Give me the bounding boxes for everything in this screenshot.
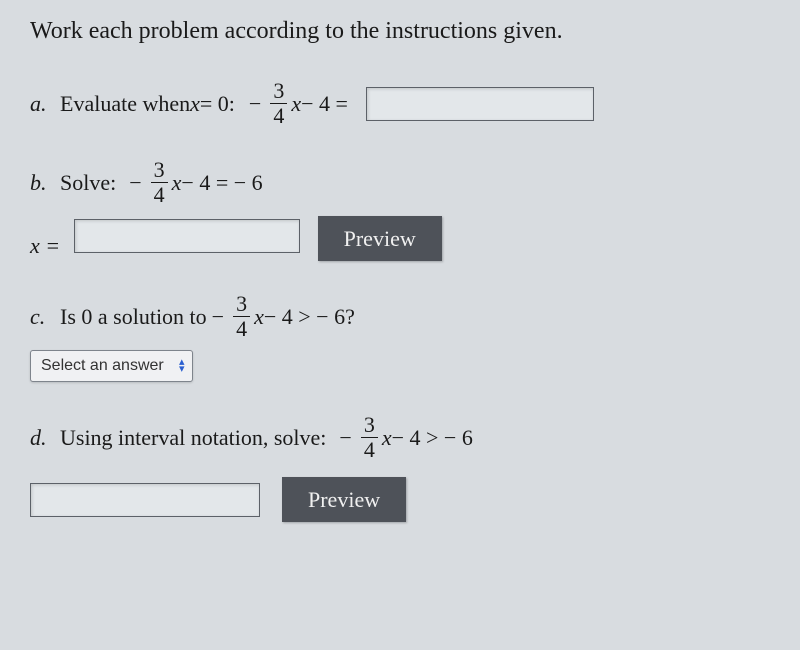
- var-x: x: [172, 170, 182, 196]
- var-x: x: [382, 425, 392, 451]
- part-a-var-x: x: [190, 91, 200, 117]
- part-c-label: c.: [30, 304, 52, 330]
- minus-sign: −: [212, 304, 224, 330]
- fraction-3-4: 3 4: [151, 159, 168, 206]
- part-d-label: d.: [30, 425, 52, 451]
- part-b-text: Solve:: [60, 170, 116, 196]
- answer-select-c[interactable]: Select an answer ▴▾: [30, 350, 193, 382]
- fraction-3-4: 3 4: [270, 80, 287, 127]
- instructions-header: Work each problem according to the instr…: [30, 18, 770, 45]
- part-d-text: Using interval notation, solve:: [60, 425, 326, 451]
- part-b-label: b.: [30, 170, 52, 196]
- preview-button-b[interactable]: Preview: [318, 216, 442, 261]
- answer-input-b[interactable]: [74, 219, 300, 253]
- equation-rest: − 4 = − 6: [181, 170, 262, 196]
- x-equals-label: x =: [30, 233, 60, 258]
- fraction-3-4: 3 4: [233, 293, 250, 340]
- preview-button-d[interactable]: Preview: [282, 477, 406, 522]
- answer-input-d[interactable]: [30, 483, 260, 517]
- select-label: Select an answer: [41, 357, 164, 375]
- inequality-rest: − 4 > − 6?: [264, 304, 355, 330]
- part-a: a. Evaluate when x = 0: − 3 4 x − 4 =: [30, 80, 770, 127]
- minus-sign: −: [129, 170, 141, 196]
- part-a-eq-zero: = 0:: [200, 91, 235, 117]
- var-x: x: [291, 91, 301, 117]
- minus-sign: −: [249, 91, 261, 117]
- part-c: c. Is 0 a solution to − 3 4 x − 4 > − 6?…: [30, 293, 770, 382]
- var-x: x: [254, 304, 264, 330]
- inequality-rest: − 4 > − 6: [392, 425, 473, 451]
- fraction-3-4: 3 4: [361, 414, 378, 461]
- part-a-label: a.: [30, 91, 52, 117]
- minus-four-equals: − 4 =: [301, 91, 348, 117]
- part-a-text: Evaluate when: [60, 91, 190, 117]
- part-d: d. Using interval notation, solve: − 3 4…: [30, 414, 770, 522]
- chevron-updown-icon: ▴▾: [172, 351, 192, 381]
- part-b: b. Solve: − 3 4 x − 4 = − 6 x = Preview: [30, 159, 770, 261]
- answer-input-a[interactable]: [366, 87, 594, 121]
- part-c-text: Is 0 a solution to: [60, 304, 207, 330]
- minus-sign: −: [339, 425, 351, 451]
